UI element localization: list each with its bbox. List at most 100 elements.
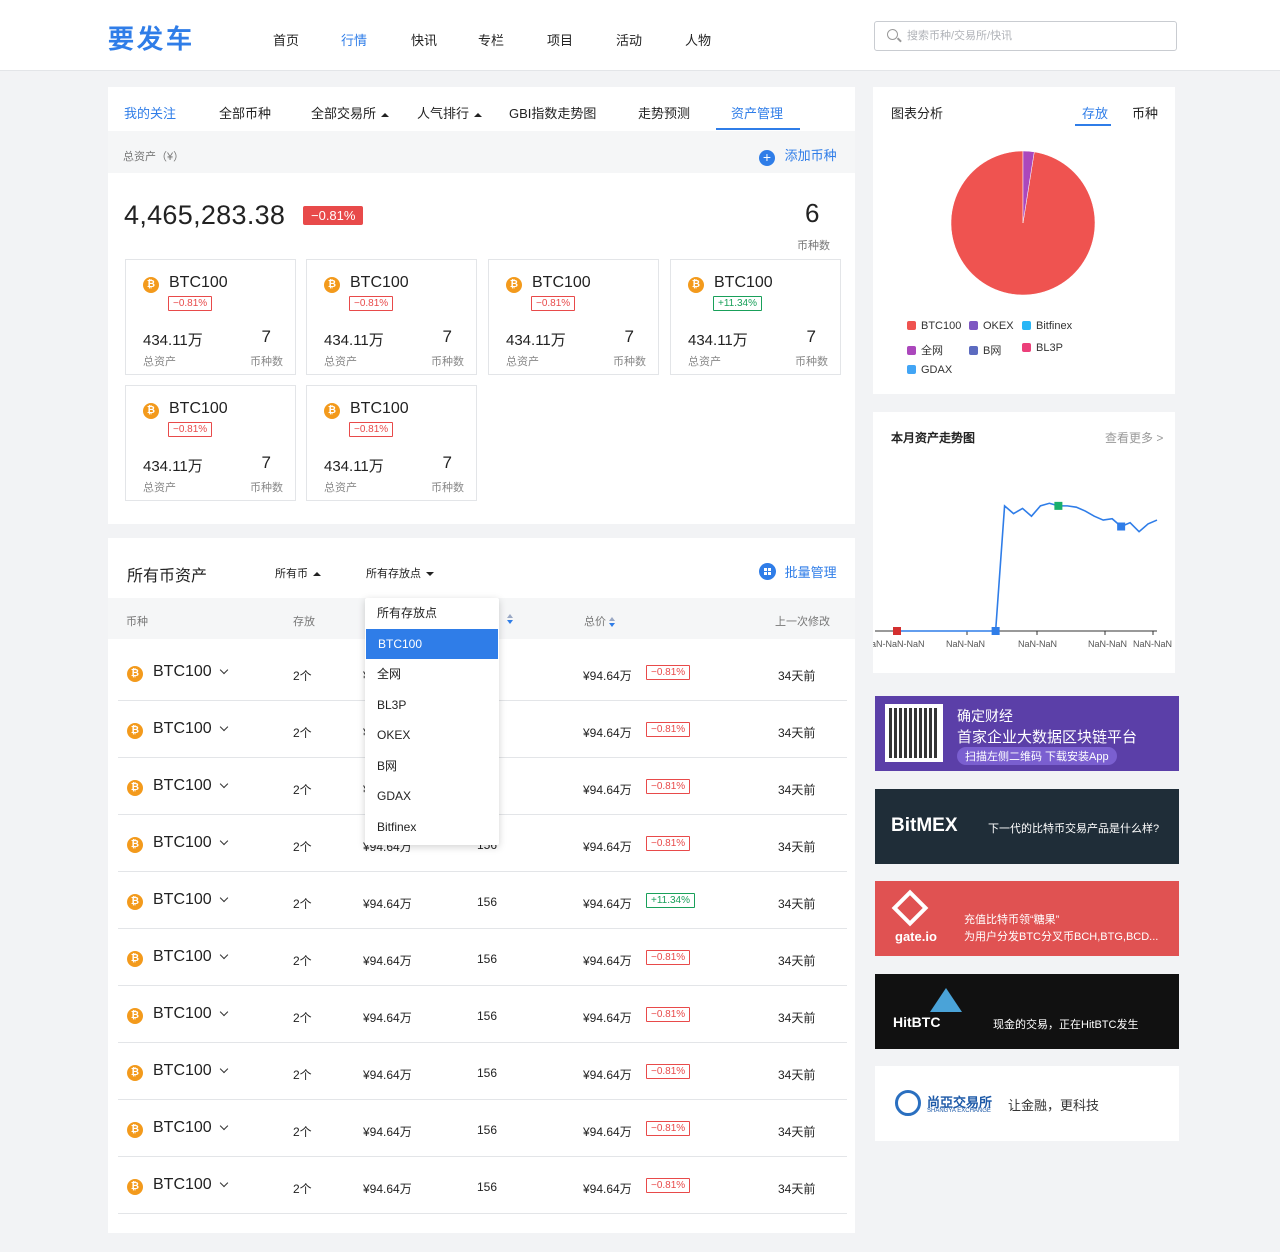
site-logo[interactable]: 要发车 — [108, 19, 195, 56]
chevron-down-icon[interactable] — [219, 836, 229, 846]
row-qty: 156 — [477, 952, 498, 966]
chevron-down-icon[interactable] — [219, 950, 229, 960]
row-place: 2个 — [293, 1068, 312, 1082]
dropdown-option[interactable]: GDAX — [365, 781, 499, 811]
col-place: 存放 — [293, 616, 315, 628]
dropdown-option[interactable]: B网 — [365, 751, 499, 781]
chevron-down-icon[interactable] — [219, 893, 229, 903]
table-row[interactable]: ₿ BTC100 2个 ¥94.64万 156 ¥94.64万 +11.34% 34天前 — [118, 872, 847, 929]
dropdown-option[interactable]: BL3P — [365, 690, 499, 720]
total-change-badge: −0.81% — [303, 206, 364, 225]
row-place: 2个 — [293, 1011, 312, 1025]
row-total: ¥94.64万 — [583, 840, 632, 854]
card-count-label: 币种数 — [431, 356, 464, 368]
legend-item[interactable]: BL3P — [1022, 342, 1063, 354]
view-more-link[interactable]: 查看更多 > — [1105, 429, 1163, 446]
coin-card[interactable]: ₿ BTC100 −0.81% 434.11万 7 总资产 币种数 — [125, 259, 296, 375]
batch-manage-button[interactable]: 批量管理 — [759, 562, 837, 581]
card-coin-count: 7 — [442, 327, 452, 346]
tab-label: 人气排行 — [417, 106, 470, 121]
table-row[interactable]: ₿ BTC100 2个 ¥94.64万 156 ¥94.64万 −0.81% 34天前 — [118, 1043, 847, 1100]
table-row[interactable]: ₿ BTC100 2个 ¥94.64万 156 ¥94.64万 −0.81% 34天前 — [118, 1157, 847, 1214]
table-row[interactable]: ₿ BTC100 2个 ¥94.64万 156 ¥94.64万 −0.81% 34天前 — [118, 1100, 847, 1157]
bitcoin-icon: ₿ — [143, 277, 159, 293]
ad-banner-gate[interactable]: gate.io 充值比特币领“糖果” 为用户分发BTC分叉币BCH,BTG,BC… — [875, 881, 1179, 956]
tab-all-exchanges[interactable]: 全部交易所 — [311, 103, 390, 122]
chevron-down-icon[interactable] — [219, 722, 229, 732]
card-change-tag: +11.34% — [713, 296, 763, 311]
card-coin-count: 7 — [261, 327, 271, 346]
legend-swatch — [969, 346, 978, 355]
ad-banner-shangya[interactable]: 尚亞交易所 SHANGYA EXCHANGE 让金融，更科技 — [875, 1066, 1179, 1141]
card-count-label: 币种数 — [250, 482, 283, 494]
legend-item[interactable]: BTC100 — [907, 320, 961, 332]
nav-market[interactable]: 行情 — [341, 30, 367, 49]
nav-project[interactable]: 项目 — [547, 30, 573, 49]
tab-popularity[interactable]: 人气排行 — [417, 103, 483, 122]
add-coin-button[interactable]: + 添加币种 — [759, 145, 837, 166]
chevron-down-icon[interactable] — [219, 1121, 229, 1131]
trend-marker[interactable] — [893, 627, 901, 635]
chevron-down-icon[interactable] — [219, 1064, 229, 1074]
tab-forecast[interactable]: 走势预测 — [638, 103, 690, 122]
bitcoin-icon: ₿ — [127, 951, 143, 967]
legend-item[interactable]: 全网 — [907, 342, 943, 358]
nav-activity[interactable]: 活动 — [616, 30, 642, 49]
table-row[interactable]: ₿ BTC100 2个 ¥94.64万 156 ¥94.64万 −0.81% 34天前 — [118, 986, 847, 1043]
coin-card[interactable]: ₿ BTC100 −0.81% 434.11万 7 总资产 币种数 — [306, 385, 477, 501]
bitcoin-icon: ₿ — [506, 277, 522, 293]
ad-banner-qd[interactable]: 确定财经 首家企业大数据区块链平台 扫描左侧二维码 下载安装App — [875, 696, 1179, 771]
trend-marker[interactable] — [1117, 522, 1126, 531]
dropdown-option[interactable]: 全网 — [365, 659, 499, 689]
dropdown-option[interactable]: 所有存放点 — [365, 598, 499, 628]
search-box[interactable] — [874, 21, 1177, 51]
card-change-tag: −0.81% — [531, 296, 576, 311]
coin-card[interactable]: ₿ BTC100 −0.81% 434.11万 7 总资产 币种数 — [488, 259, 659, 375]
dropdown-option[interactable]: OKEX — [365, 720, 499, 750]
card-asset-label: 总资产 — [506, 356, 539, 368]
chevron-down-icon[interactable] — [219, 665, 229, 675]
trend-marker[interactable] — [991, 627, 1000, 635]
tab-storage[interactable]: 存放 — [1082, 103, 1108, 122]
dropdown-option[interactable]: BTC100 — [366, 628, 498, 659]
filter-place-dropdown[interactable]: 所有存放点 — [366, 565, 434, 581]
nav-column[interactable]: 专栏 — [478, 30, 504, 49]
nav-news[interactable]: 快讯 — [411, 30, 437, 49]
tab-label: 全部交易所 — [311, 106, 377, 121]
tab-all-coins[interactable]: 全部币种 — [219, 103, 271, 122]
chevron-down-icon[interactable] — [219, 1007, 229, 1017]
search-input[interactable] — [907, 27, 1167, 45]
nav-home[interactable]: 首页 — [273, 30, 299, 49]
chevron-down-icon[interactable] — [219, 779, 229, 789]
ad-banner-bitmex[interactable]: BitMEX 下一代的比特币交易产品是什么样? — [875, 789, 1179, 864]
coin-card[interactable]: ₿ BTC100 +11.34% 434.11万 7 总资产 币种数 — [670, 259, 841, 375]
legend-item[interactable]: OKEX — [969, 320, 1014, 332]
bitcoin-icon: ₿ — [324, 403, 340, 419]
tab-my-follow[interactable]: 我的关注 — [124, 103, 176, 122]
active-tab-indicator — [716, 128, 800, 130]
legend-item[interactable]: B网 — [969, 342, 1001, 358]
card-asset-label: 总资产 — [143, 356, 176, 368]
col-qty-sort[interactable] — [504, 613, 514, 625]
active-tab-indicator — [1075, 124, 1111, 126]
tab-gbi-index[interactable]: GBI指数走势图 — [509, 103, 596, 122]
chevron-down-icon[interactable] — [219, 1178, 229, 1188]
trend-marker[interactable] — [1054, 501, 1063, 510]
coin-card[interactable]: ₿ BTC100 −0.81% 434.11万 7 总资产 币种数 — [306, 259, 477, 375]
coin-card[interactable]: ₿ BTC100 −0.81% 434.11万 7 总资产 币种数 — [125, 385, 296, 501]
legend-item[interactable]: GDAX — [907, 364, 952, 376]
row-total: ¥94.64万 — [583, 1125, 632, 1139]
col-total[interactable]: 总价 — [584, 613, 616, 629]
nav-people[interactable]: 人物 — [685, 30, 711, 49]
ad-banner-hitbtc[interactable]: HitBTC 现金的交易，正在HitBTC发生 — [875, 974, 1179, 1049]
bitcoin-icon: ₿ — [127, 894, 143, 910]
table-row[interactable]: ₿ BTC100 2个 ¥94.64万 156 ¥94.64万 −0.81% 34天前 — [118, 929, 847, 986]
tab-asset-management[interactable]: 资产管理 — [731, 103, 783, 122]
dropdown-option[interactable]: Bitfinex — [365, 812, 499, 842]
row-modified: 34天前 — [778, 1182, 816, 1196]
legend-label: GDAX — [921, 364, 953, 376]
legend-item[interactable]: Bitfinex — [1022, 320, 1072, 332]
row-modified: 34天前 — [778, 897, 816, 911]
tab-coin[interactable]: 币种 — [1132, 103, 1158, 122]
filter-coin-dropdown[interactable]: 所有币 — [275, 565, 321, 581]
